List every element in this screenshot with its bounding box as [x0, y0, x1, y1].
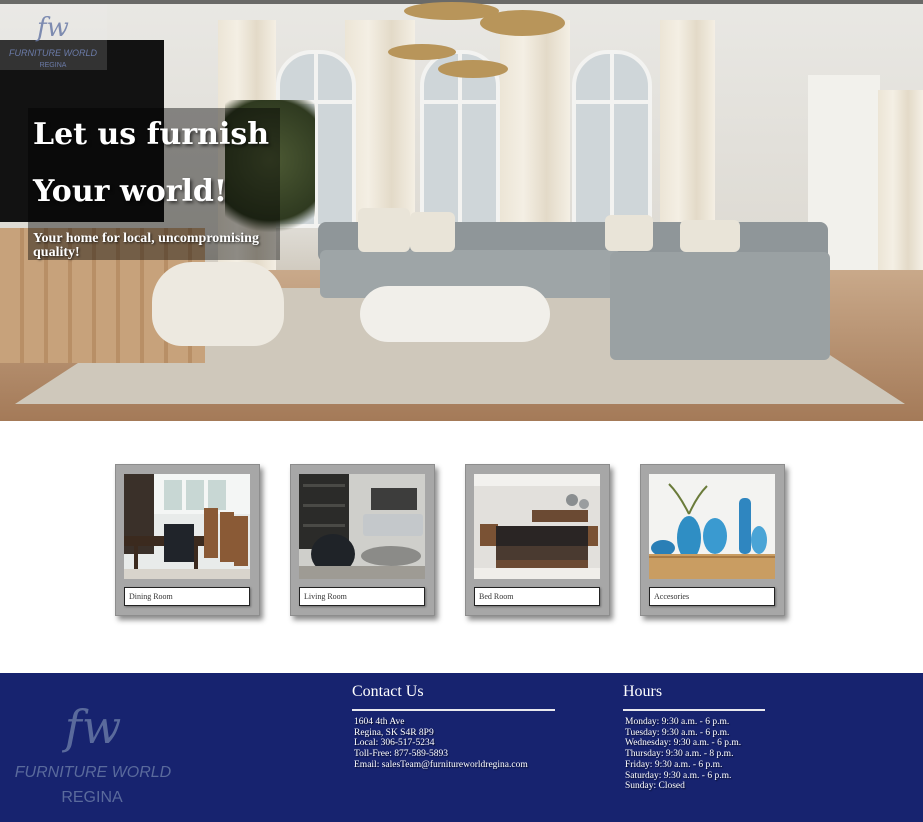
hero-photo-pillow — [410, 212, 455, 252]
category-label[interactable]: Bed Room — [474, 587, 600, 606]
hours-thursday: Thursday: 9:30 a.m. - 8 p.m. — [625, 749, 734, 760]
contact-address-line1: 1604 4th Ave — [354, 717, 405, 727]
logo-wordmark: FURNITURE WORLD — [9, 48, 97, 58]
hours-monday: Monday: 9:30 a.m. - 6 p.m. — [625, 717, 730, 727]
hero-photo-pendant — [438, 60, 508, 78]
hero-subheading: Your home for local, uncompromising qual… — [33, 231, 259, 260]
hero-photo-pillow — [605, 215, 653, 251]
footer-logo[interactable]: fw FURNITURE WORLD REGINA — [8, 683, 178, 808]
category-card-accessories[interactable]: Accesories — [640, 464, 785, 616]
hours-divider — [623, 709, 765, 711]
hours-list: Monday: 9:30 a.m. - 6 p.m. Tuesday: 9:30… — [625, 717, 741, 792]
dining-room-photo[interactable] — [124, 474, 250, 579]
category-card-living-room[interactable]: Living Room — [290, 464, 435, 616]
hours-wednesday: Wednesday: 9:30 a.m. - 6 p.m. — [625, 738, 742, 749]
hero-photo-window — [572, 50, 652, 228]
category-label[interactable]: Accesories — [649, 587, 775, 606]
hero-photo-pendant — [388, 44, 456, 60]
logo-monogram: fw — [35, 13, 69, 43]
site-footer: fw FURNITURE WORLD REGINA Contact Us 160… — [0, 673, 923, 822]
living-room-photo[interactable] — [299, 474, 425, 579]
category-label[interactable]: Dining Room — [124, 587, 250, 606]
header-logo[interactable]: fw FURNITURE WORLD REGINA — [0, 4, 107, 70]
logo-wordmark: FURNITURE WORLD — [15, 764, 172, 781]
contact-divider — [352, 709, 555, 711]
hours-friday: Friday: 9:30 a.m. - 6 p.m. — [625, 759, 723, 770]
hero-photo-pillow — [680, 220, 740, 252]
hero-heading-line1: Let us furnish — [33, 117, 270, 152]
logo-city: REGINA — [61, 789, 123, 806]
hours-saturday: Saturday: 9:30 a.m. - 6 p.m. — [625, 770, 732, 781]
furniture-world-logo: fw FURNITURE WORLD REGINA — [15, 700, 172, 806]
contact-heading: Contact Us — [352, 683, 424, 700]
accessories-photo[interactable] — [649, 474, 775, 579]
hero-heading-line2: Your world! — [33, 174, 228, 209]
category-card-bedroom[interactable]: Bed Room — [465, 464, 610, 616]
furniture-world-logo: fw FURNITURE WORLD REGINA — [9, 13, 97, 69]
hours-sunday: Sunday: Closed — [625, 781, 685, 792]
logo-city: REGINA — [40, 62, 67, 69]
hero-banner: fw FURNITURE WORLD REGINA Let us furnish… — [0, 0, 923, 421]
contact-email[interactable]: Email: salesTeam@furnitureworldregina.co… — [354, 760, 528, 771]
hours-tuesday: Tuesday: 9:30 a.m. - 6 p.m. — [625, 727, 730, 738]
hero-photo-curtain — [878, 90, 923, 280]
contact-details: 1604 4th Ave Regina, SK S4R 8P9 Local: 3… — [354, 717, 528, 771]
category-label[interactable]: Living Room — [299, 587, 425, 606]
logo-monogram: fw — [62, 700, 121, 754]
bedroom-photo[interactable] — [474, 474, 600, 579]
contact-address-line2: Regina, SK S4R 8P9 — [354, 727, 434, 738]
hero-photo-sofa-chaise — [610, 252, 830, 360]
hero-photo-pillow — [358, 208, 410, 252]
contact-local-phone[interactable]: Local: 306-517-5234 — [354, 738, 528, 749]
category-card-dining-room[interactable]: Dining Room — [115, 464, 260, 616]
hero-photo-coffee-table — [360, 286, 550, 342]
hero-photo-pendant — [480, 10, 565, 36]
contact-toll-free-phone[interactable]: Toll-Free: 877-589-5893 — [354, 749, 528, 760]
hero-photo-armchair — [152, 262, 284, 346]
hours-heading: Hours — [623, 683, 663, 700]
